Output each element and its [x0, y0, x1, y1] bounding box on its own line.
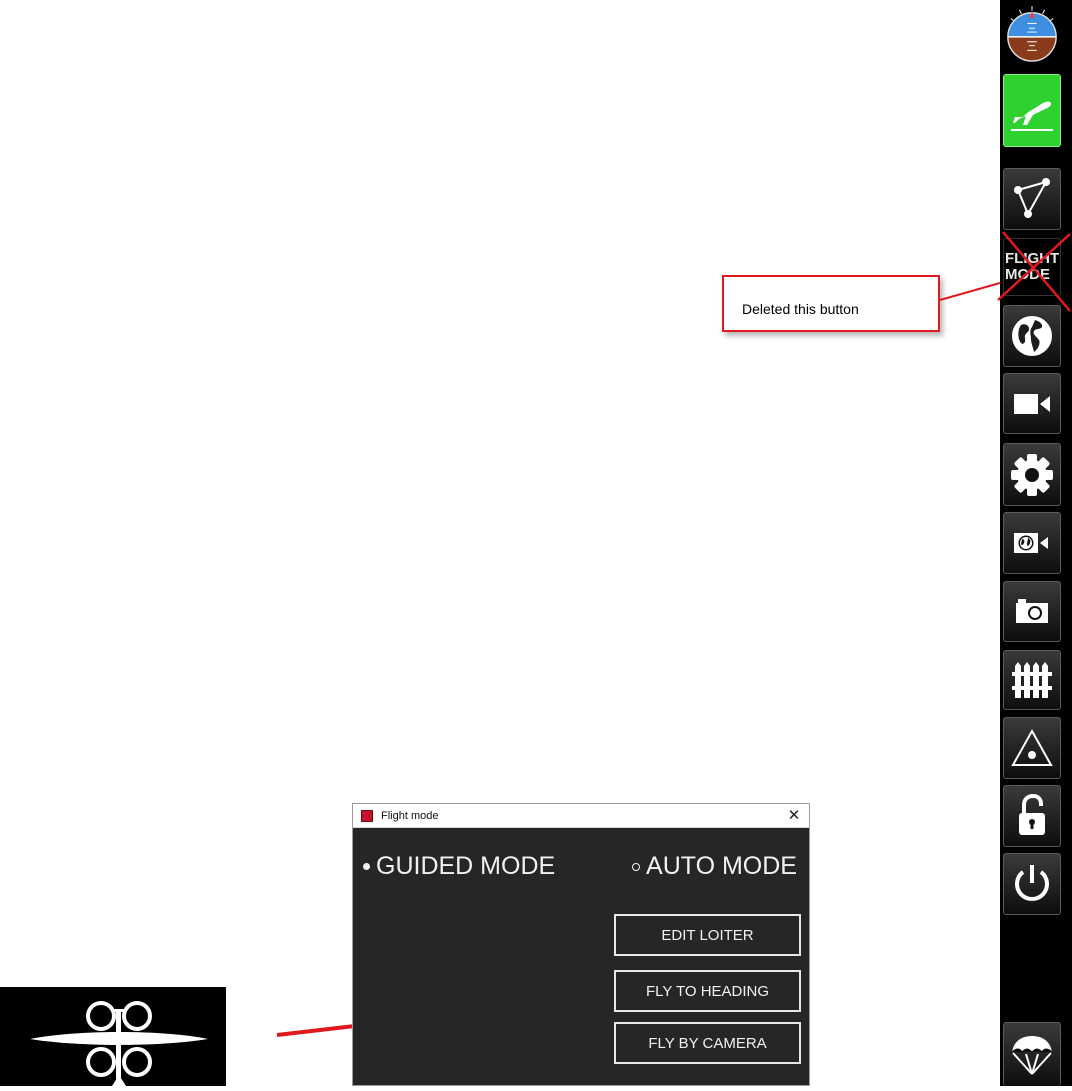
radio-unselected-icon [632, 862, 641, 871]
gear-icon [1011, 453, 1053, 496]
annotation-callout: Deleted this button [722, 275, 940, 332]
app-icon [361, 809, 373, 822]
flight-mode-label-line2: MODE [1005, 266, 1050, 283]
auto-mode-label: AUTO MODE [646, 852, 797, 880]
dialog-title: Flight mode [381, 809, 439, 822]
mode-selector: GUIDED MODE AUTO MODE [363, 852, 799, 884]
point-of-interest-button[interactable] [1003, 717, 1061, 779]
fly-by-camera-button[interactable]: FLY BY CAMERA [614, 1022, 801, 1064]
globe-icon [1012, 316, 1052, 356]
radio-selected-icon [363, 863, 370, 870]
annotation-text: Deleted this button [742, 301, 859, 317]
power-button[interactable] [1003, 853, 1061, 915]
close-button[interactable]: ✕ [779, 805, 809, 827]
drone-thumbnail [0, 987, 226, 1086]
flight-mode-label-line1: FLIGHT [1005, 250, 1060, 267]
takeoff-button[interactable] [1003, 74, 1061, 147]
waypoints-button[interactable] [1003, 168, 1061, 230]
map-button[interactable] [1003, 305, 1061, 367]
globe-camera-icon [1014, 533, 1048, 553]
quadcopter-icon [30, 1001, 208, 1086]
video-camera-icon [1014, 393, 1050, 414]
power-icon [1015, 865, 1049, 901]
video-button[interactable] [1003, 373, 1061, 434]
guided-mode-label: GUIDED MODE [376, 852, 556, 880]
attitude-indicator-button[interactable] [1003, 4, 1061, 64]
flight-mode-dialog: Flight mode ✕ GUIDED MODE AUTO MODE EDIT… [352, 803, 810, 1086]
geofence-button[interactable] [1003, 650, 1061, 710]
attitude-indicator-icon [1007, 5, 1057, 62]
dialog-titlebar: Flight mode ✕ [353, 804, 809, 828]
parachute-button[interactable] [1003, 1022, 1061, 1086]
guided-mode-radio[interactable]: GUIDED MODE [363, 852, 555, 881]
unlock-icon [1019, 793, 1045, 835]
fence-icon [1012, 662, 1052, 698]
triangle-point-icon [1011, 728, 1053, 766]
geo-video-button[interactable] [1003, 512, 1061, 574]
camera-icon [1016, 598, 1048, 623]
fly-to-heading-button[interactable]: FLY TO HEADING [614, 970, 801, 1012]
takeoff-icon [1011, 101, 1053, 131]
callout-leader-line [939, 282, 1001, 301]
lock-button[interactable] [1003, 785, 1061, 847]
right-toolbar: FLIGHT MODE [1000, 0, 1072, 1086]
flight-mode-button[interactable]: FLIGHT MODE [1003, 238, 1061, 296]
photo-button[interactable] [1003, 581, 1061, 642]
settings-button[interactable] [1003, 443, 1061, 506]
parachute-icon [1011, 1035, 1053, 1075]
edit-loiter-button[interactable]: EDIT LOITER [614, 914, 801, 956]
auto-mode-radio[interactable]: AUTO MODE [632, 852, 797, 881]
waypoint-path-icon [1014, 178, 1050, 218]
